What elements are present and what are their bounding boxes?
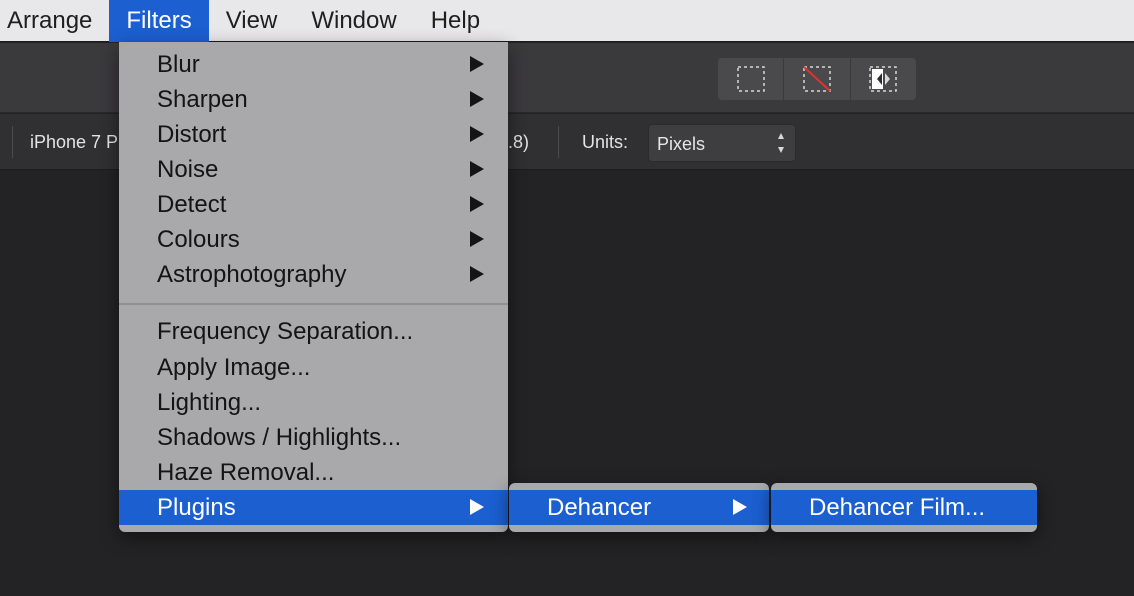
menu-item-plugins[interactable]: Plugins — [119, 490, 508, 525]
menu-item-label: Distort — [157, 121, 227, 148]
submenu-arrow-icon — [470, 56, 484, 72]
menu-item-label: Noise — [157, 156, 219, 183]
submenu-arrow-icon — [470, 499, 484, 515]
menu-filters[interactable]: Filters — [109, 0, 209, 42]
menu-item-haze-removal[interactable]: Haze Removal... — [119, 455, 508, 490]
menu-item-label: Haze Removal... — [157, 459, 335, 486]
menu-item-label: Plugins — [157, 494, 236, 521]
flip-selection-button[interactable] — [851, 58, 916, 100]
menu-item-label: Sharpen — [157, 86, 248, 113]
menu-item-colours[interactable]: Colours — [119, 222, 508, 257]
menu-item-label: Astrophotography — [157, 261, 347, 288]
no-selection-button[interactable] — [784, 58, 851, 100]
plugins-submenu: Dehancer — [509, 483, 769, 532]
no-selection-icon — [803, 66, 831, 92]
menu-item-apply-image[interactable]: Apply Image... — [119, 350, 508, 385]
menu-separator — [119, 303, 508, 305]
menu-item-label: Dehancer — [547, 494, 652, 521]
stepper-icon — [777, 133, 785, 153]
menu-item-label: Shadows / Highlights... — [157, 424, 402, 451]
marquee-selection-icon — [736, 66, 765, 92]
submenu-arrow-icon — [470, 231, 484, 247]
menu-item-label: Blur — [157, 51, 200, 78]
submenu-arrow-icon — [470, 126, 484, 142]
menu-window[interactable]: Window — [294, 0, 413, 42]
menu-item-distort[interactable]: Distort — [119, 117, 508, 152]
submenu-arrow-icon — [470, 91, 484, 107]
dpi-label: .8) — [508, 132, 530, 152]
marquee-selection-button[interactable] — [718, 58, 785, 100]
units-value: Pixels — [657, 134, 706, 154]
menu-arrange[interactable]: Arrange — [0, 0, 109, 42]
menu-item-label: Frequency Separation... — [157, 318, 414, 345]
menu-view[interactable]: View — [209, 0, 295, 42]
menu-help[interactable]: Help — [414, 0, 497, 42]
document-preset-label[interactable]: iPhone 7 P — [30, 132, 118, 153]
menu-item-blur[interactable]: Blur — [119, 47, 508, 82]
selection-mode-group — [718, 58, 916, 100]
menu-item-detect[interactable]: Detect — [119, 187, 508, 222]
submenu-arrow-icon — [470, 196, 484, 212]
menu-item-lighting[interactable]: Lighting... — [119, 385, 508, 420]
menu-item-dehancer-film[interactable]: Dehancer Film... — [771, 490, 1037, 525]
menu-item-label: Colours — [157, 226, 240, 253]
menu-item-label: Lighting... — [157, 389, 262, 416]
flip-selection-icon — [869, 66, 898, 92]
units-label: Units: — [582, 132, 629, 152]
menu-item-label: Detect — [157, 191, 227, 218]
submenu-arrow-icon — [470, 266, 484, 282]
menu-item-sharpen[interactable]: Sharpen — [119, 82, 508, 117]
menu-item-astrophotography[interactable]: Astrophotography — [119, 257, 508, 292]
menu-bar: Arrange Filters View Window Help — [0, 0, 1134, 42]
menu-item-noise[interactable]: Noise — [119, 152, 508, 187]
units-select[interactable]: Pixels — [648, 124, 796, 162]
divider — [558, 126, 559, 158]
submenu-arrow-icon — [470, 161, 484, 177]
filters-menu: Blur Sharpen Distort Noise Detect Colour… — [119, 42, 508, 532]
menu-item-label: Apply Image... — [157, 354, 311, 381]
menu-item-label: Dehancer Film... — [809, 494, 986, 521]
divider — [12, 126, 13, 158]
submenu-arrow-icon — [733, 499, 747, 515]
dehancer-submenu: Dehancer Film... — [771, 483, 1037, 532]
menu-item-shadows-highlights[interactable]: Shadows / Highlights... — [119, 420, 508, 455]
menu-item-dehancer[interactable]: Dehancer — [509, 490, 769, 525]
menu-item-frequency-separation[interactable]: Frequency Separation... — [119, 314, 508, 349]
